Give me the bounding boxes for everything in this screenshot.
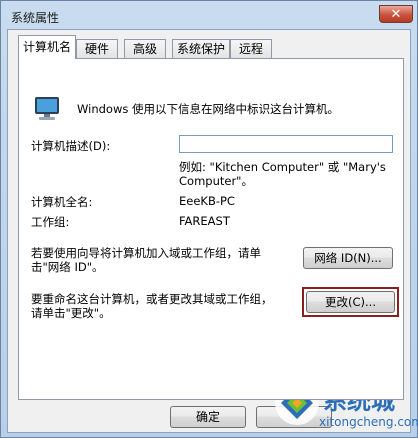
workgroup-label: 工作组: [31,215,70,229]
network-id-text-line2: 击"网络 ID"。 [31,260,104,274]
close-icon: ✕ [390,6,402,22]
system-properties-window: 系统属性 ✕ 计算机名 硬件 高级 系统保护 远程 Windows 使用以下信息… [0,0,418,438]
tab-hardware[interactable]: 硬件 [76,39,118,58]
tab-system-protection[interactable]: 系统保护 [172,39,230,58]
window-title: 系统属性 [11,11,60,25]
dialog-client-area: 计算机名 硬件 高级 系统保护 远程 Windows 使用以下信息在网络中标识这… [7,29,411,433]
full-name-value: EeeKB-PC [179,194,235,208]
tab-computer-name[interactable]: 计算机名 [18,35,76,59]
change-button[interactable]: 更改(C)... [306,291,395,313]
tab-panel-computer-name: Windows 使用以下信息在网络中标识这台计算机。 计算机描述(D): 例如:… [18,58,404,400]
description-label: 计算机描述(D): [31,139,111,153]
rename-text-line2: 请单击"更改"。 [31,306,111,320]
computer-icon [35,97,59,120]
tab-remote[interactable]: 远程 [230,39,272,58]
close-button[interactable]: ✕ [379,5,413,23]
description-example-line2: Computer"。 [179,174,253,188]
full-name-label: 计算机全名: [31,195,93,209]
watermark-url: xitongcheng.com [319,415,418,429]
computer-description-input[interactable] [179,135,393,153]
intro-text: Windows 使用以下信息在网络中标识这台计算机。 [77,102,339,116]
ok-button[interactable]: 确定 [170,406,246,428]
network-id-button[interactable]: 网络 ID(N)... [303,247,393,269]
workgroup-value: FAREAST [179,214,230,228]
tab-advanced[interactable]: 高级 [124,39,166,58]
